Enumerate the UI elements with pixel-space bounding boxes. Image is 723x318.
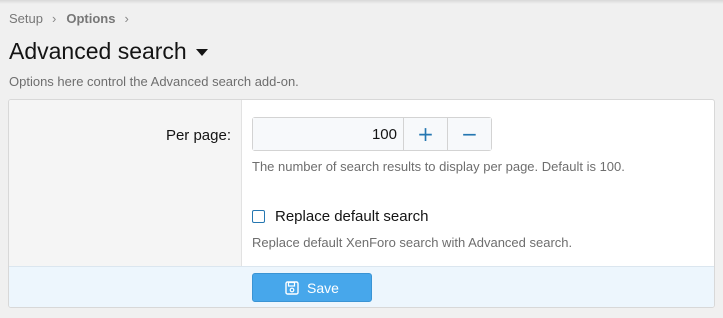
- decrement-button[interactable]: −: [447, 118, 491, 150]
- breadcrumb: Setup › Options ›: [9, 11, 139, 26]
- label-column: Per page:: [9, 100, 242, 266]
- breadcrumb-setup[interactable]: Setup: [9, 11, 43, 26]
- breadcrumb-separator: ›: [51, 11, 57, 26]
- replace-default-label[interactable]: Replace default search: [275, 208, 428, 225]
- increment-button[interactable]: +: [403, 118, 447, 150]
- per-page-label: Per page:: [165, 127, 231, 144]
- top-shadow: [0, 0, 723, 4]
- save-label: Save: [307, 279, 339, 296]
- per-page-input[interactable]: [253, 118, 403, 150]
- save-button[interactable]: Save: [252, 273, 372, 302]
- options-panel: Per page: + − The number of search resul…: [8, 99, 715, 308]
- breadcrumb-separator: ›: [124, 11, 129, 26]
- replace-default-search-option[interactable]: Replace default search: [252, 208, 428, 225]
- save-icon: [285, 280, 299, 295]
- per-page-hint: The number of search results to display …: [252, 159, 625, 174]
- page-title-menu[interactable]: Advanced search: [9, 38, 208, 65]
- page-title: Advanced search: [9, 38, 187, 64]
- replace-default-hint: Replace default XenForo search with Adva…: [252, 235, 573, 250]
- breadcrumb-options[interactable]: Options: [66, 11, 115, 26]
- caret-down-icon[interactable]: [195, 49, 208, 56]
- form-footer: Save: [9, 266, 714, 307]
- replace-default-checkbox[interactable]: [252, 210, 265, 223]
- per-page-stepper: + −: [252, 117, 492, 151]
- page-description: Options here control the Advanced search…: [9, 74, 299, 89]
